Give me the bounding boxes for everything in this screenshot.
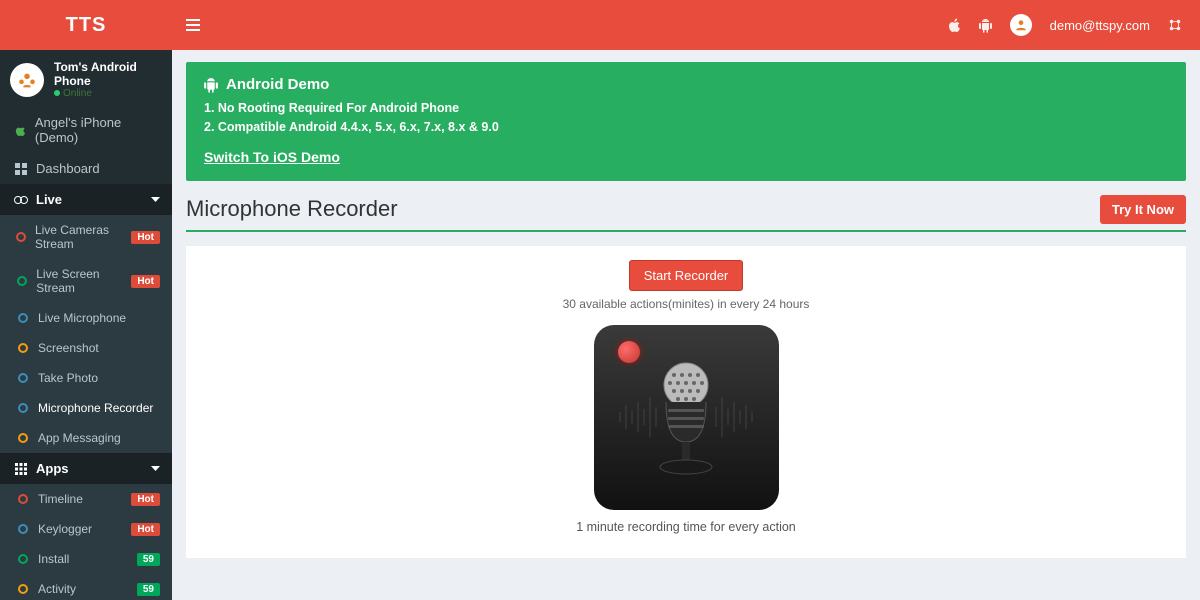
sidebar-item-mic-recorder[interactable]: Microphone Recorder xyxy=(0,393,172,423)
main-content: Android Demo 1. No Rooting Required For … xyxy=(172,50,1200,600)
sidebar-item-label: Dashboard xyxy=(36,161,100,176)
apps-icon xyxy=(12,463,30,475)
sidebar-item-activity[interactable]: Activity59 xyxy=(0,574,172,600)
apple-icon xyxy=(12,124,29,137)
sidebar-group-live[interactable]: Live xyxy=(0,184,172,215)
sidebar-item-timeline[interactable]: TimelineHot xyxy=(0,484,172,514)
start-recorder-button[interactable]: Start Recorder xyxy=(629,260,744,291)
device-avatar-icon xyxy=(10,63,44,97)
banner-line: 1. No Rooting Required For Android Phone xyxy=(204,99,1168,118)
device-status: Online xyxy=(54,88,162,99)
sidebar-group-apps[interactable]: Apps xyxy=(0,453,172,484)
sidebar-item-screenshot[interactable]: Screenshot xyxy=(0,333,172,363)
apple-icon[interactable] xyxy=(948,18,961,33)
actions-hint: 30 available actions(minites) in every 2… xyxy=(196,297,1176,311)
divider xyxy=(186,230,1186,232)
sidebar-item-alt-device[interactable]: Angel's iPhone (Demo) xyxy=(0,107,172,153)
user-email[interactable]: demo@ttspy.com xyxy=(1050,18,1150,33)
sidebar-item-dashboard[interactable]: Dashboard xyxy=(0,153,172,184)
page-title: Microphone Recorder xyxy=(186,196,398,222)
microphone-graphic xyxy=(594,325,779,510)
recording-caption: 1 minute recording time for every action xyxy=(196,520,1176,534)
settings-icon[interactable] xyxy=(1168,18,1182,32)
chevron-down-icon xyxy=(151,197,160,203)
sidebar-item-label: Apps xyxy=(36,461,69,476)
sidebar-item-take-photo[interactable]: Take Photo xyxy=(0,363,172,393)
device-name: Tom's Android Phone xyxy=(54,60,162,88)
sidebar-item-label: Live xyxy=(36,192,62,207)
switch-demo-link[interactable]: Switch To iOS Demo xyxy=(204,149,340,165)
record-indicator-icon xyxy=(618,341,640,363)
chevron-down-icon xyxy=(151,466,160,472)
top-bar: TTS demo@ttspy.com xyxy=(0,0,1200,50)
demo-banner: Android Demo 1. No Rooting Required For … xyxy=(186,62,1186,181)
try-it-now-button[interactable]: Try It Now xyxy=(1100,195,1186,224)
banner-title-text: Android Demo xyxy=(226,76,329,93)
sidebar-item-app-messaging[interactable]: App Messaging xyxy=(0,423,172,453)
sidebar-item-live-mic[interactable]: Live Microphone xyxy=(0,303,172,333)
dashboard-icon xyxy=(12,163,30,175)
sidebar-item-label: Angel's iPhone (Demo) xyxy=(35,115,160,145)
hamburger-icon[interactable] xyxy=(172,19,214,31)
live-icon xyxy=(12,195,30,205)
android-icon xyxy=(204,77,218,93)
sidebar-item-live-screen[interactable]: Live Screen StreamHot xyxy=(0,259,172,303)
banner-line: 2. Compatible Android 4.4.x, 5.x, 6.x, 7… xyxy=(204,118,1168,137)
sidebar-item-live-cameras[interactable]: Live Cameras StreamHot xyxy=(0,215,172,259)
android-icon[interactable] xyxy=(979,18,992,33)
sidebar: Tom's Android Phone Online Angel's iPhon… xyxy=(0,50,172,600)
user-avatar-icon[interactable] xyxy=(1010,14,1032,36)
sidebar-item-keylogger[interactable]: KeyloggerHot xyxy=(0,514,172,544)
brand-logo[interactable]: TTS xyxy=(0,14,172,37)
sidebar-item-install[interactable]: Install59 xyxy=(0,544,172,574)
device-panel[interactable]: Tom's Android Phone Online xyxy=(0,50,172,107)
recorder-card: Start Recorder 30 available actions(mini… xyxy=(186,246,1186,558)
